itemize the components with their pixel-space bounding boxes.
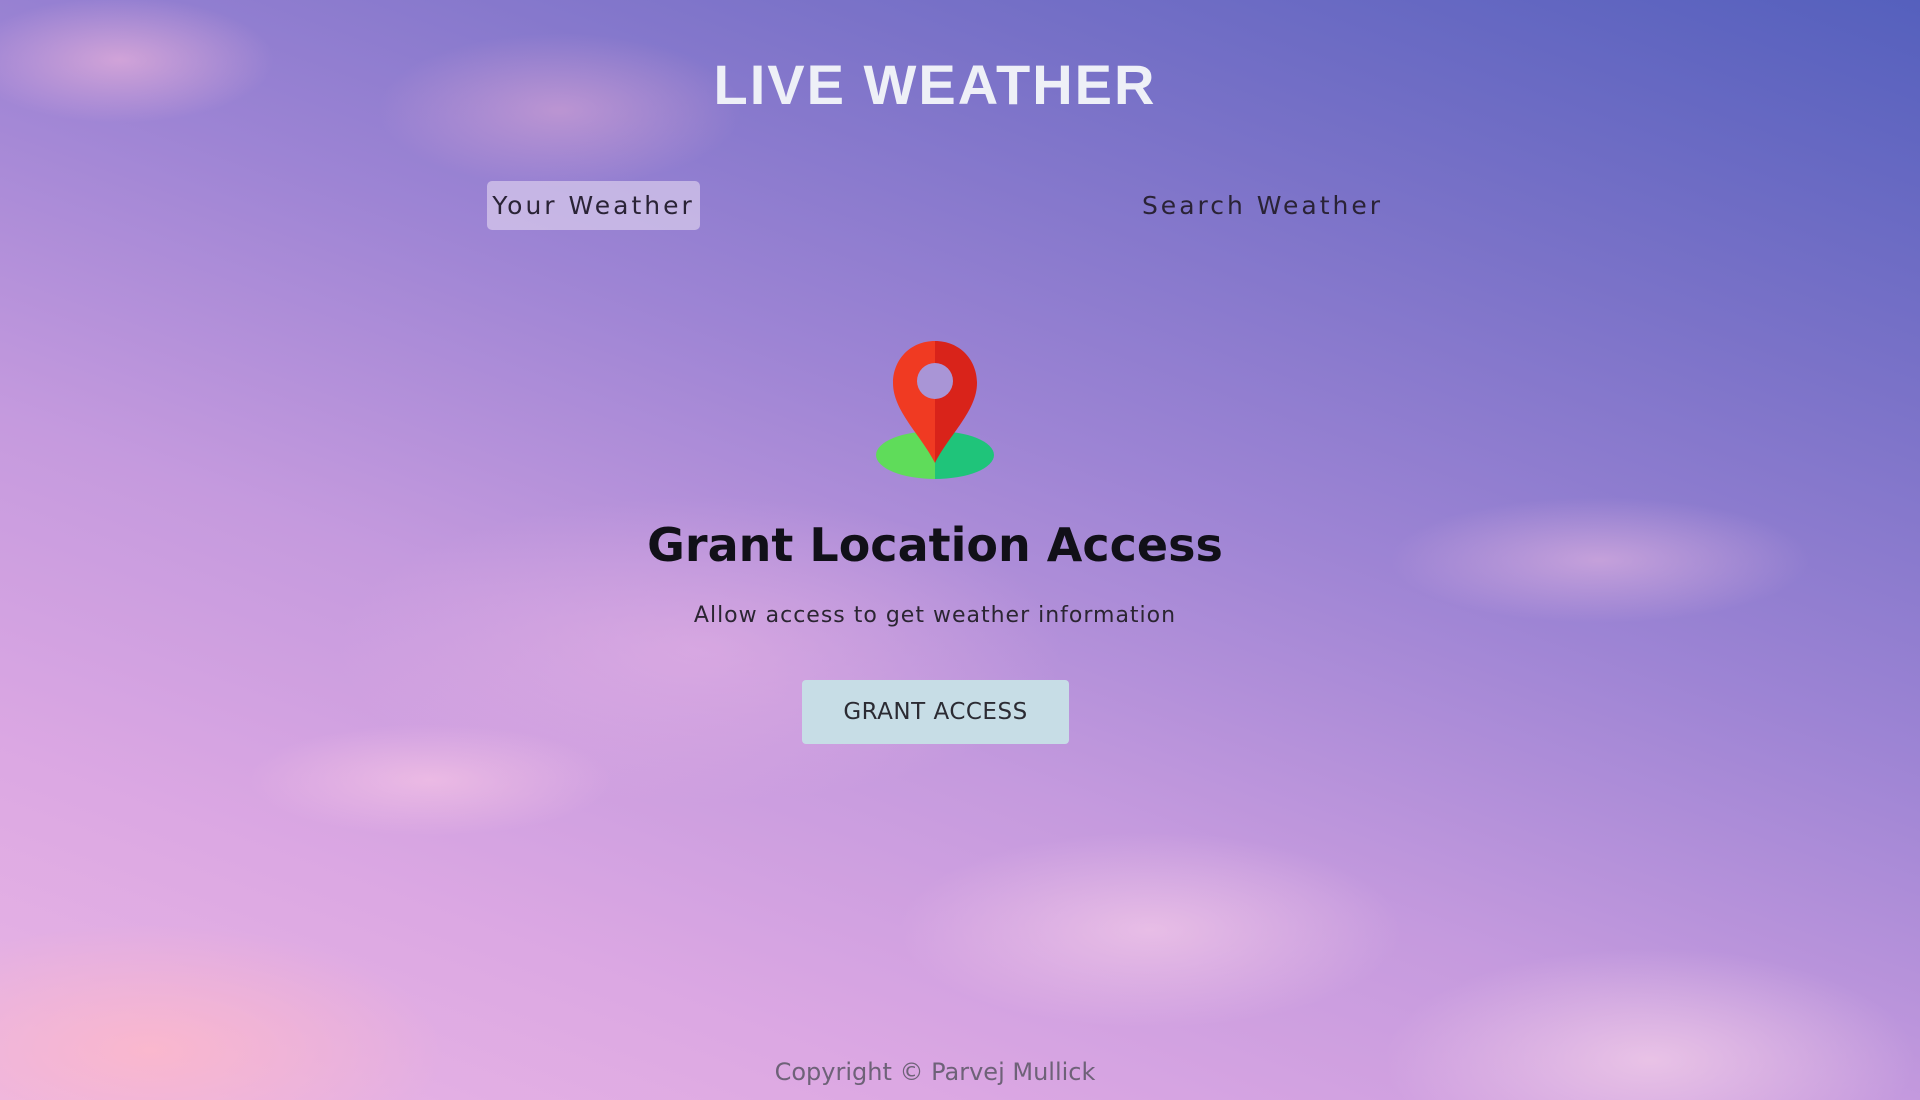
grant-access-button[interactable]: GRANT ACCESS bbox=[802, 680, 1069, 744]
grant-subtext: Allow access to get weather information bbox=[693, 603, 1177, 628]
tab-your-weather[interactable]: Your Weather bbox=[487, 181, 700, 230]
grant-heading: Grant Location Access bbox=[647, 518, 1223, 572]
app-title: LIVE WEATHER bbox=[713, 53, 1157, 116]
pin-hole bbox=[917, 363, 953, 399]
footer-copyright: Copyright © Parvej Mullick bbox=[774, 1058, 1096, 1086]
tab-search-weather[interactable]: Search Weather bbox=[1140, 181, 1385, 230]
location-pin-icon bbox=[876, 341, 994, 479]
